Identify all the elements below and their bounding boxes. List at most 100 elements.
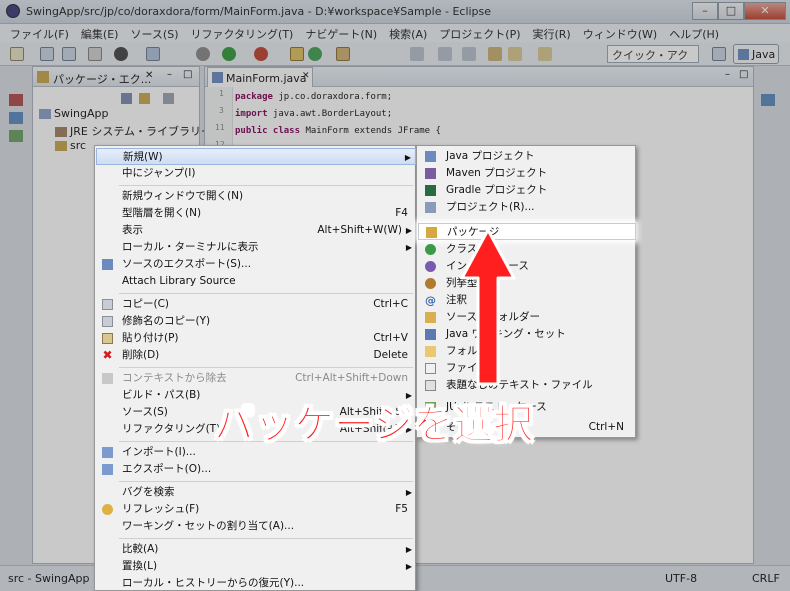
submenu-item-label: Java プロジェクト	[446, 150, 535, 162]
interface-icon	[425, 261, 436, 272]
menu-item-label: 比較(A)	[122, 543, 159, 555]
submenu-item-gradle-project[interactable]: Gradle プロジェクト	[418, 182, 636, 199]
menu-item-paste[interactable]: 貼り付け(P) Ctrl+V	[96, 330, 416, 347]
package-icon	[426, 227, 437, 238]
menu-item-label: 貼り付け(P)	[122, 332, 179, 344]
menu-shortcut: Ctrl+N	[588, 421, 624, 433]
gradle-project-icon	[425, 185, 436, 196]
menu-item-new[interactable]: 新規(W) ▶	[96, 148, 416, 165]
menu-item-label: ローカル・ヒストリーからの復元(Y)...	[122, 577, 305, 589]
menu-item-go-into[interactable]: 中にジャンプ(I)	[96, 165, 416, 182]
menu-item-label: エクスポート(O)...	[122, 463, 212, 475]
menu-item-label: Attach Library Source	[122, 275, 236, 287]
submenu-item-enum[interactable]: 列挙型	[418, 275, 636, 292]
menu-separator	[119, 538, 413, 539]
refresh-icon	[102, 504, 113, 515]
submenu-arrow-icon: ▶	[405, 488, 412, 497]
menu-separator	[119, 481, 413, 482]
menu-item-label: ローカル・ターミナルに表示	[122, 241, 259, 253]
menu-item-delete[interactable]: ✖ 削除(D) Delete	[96, 347, 416, 364]
menu-item-label: ビルド・パス(B)	[122, 389, 201, 401]
menu-shortcut: F4	[395, 207, 408, 219]
submenu-item-label: Gradle プロジェクト	[446, 184, 548, 196]
menu-item-label: インポート(I)...	[122, 446, 196, 458]
menu-shortcut: Alt+Shift+W(W)	[317, 224, 402, 236]
menu-item-assign-working-sets[interactable]: ワーキング・セットの割り当て(A)...	[96, 518, 416, 535]
submenu-item-label: プロジェクト(R)...	[446, 201, 535, 213]
submenu-arrow-icon: ▶	[405, 562, 412, 571]
menu-item-label: 削除(D)	[122, 349, 160, 361]
working-set-icon	[425, 329, 436, 340]
project-icon	[425, 202, 436, 213]
submenu-item-project[interactable]: プロジェクト(R)...	[418, 199, 636, 216]
submenu-arrow-icon: ▶	[405, 243, 412, 252]
menu-item-label: ソース(S)	[122, 406, 168, 418]
submenu-arrow-icon: ▶	[404, 153, 411, 162]
menu-shortcut: Ctrl+Alt+Shift+Down	[295, 372, 408, 384]
copy-qualified-icon	[102, 316, 113, 327]
text-file-icon	[425, 380, 436, 391]
submenu-item-maven-project[interactable]: Maven プロジェクト	[418, 165, 636, 182]
submenu-item-annotation[interactable]: @ 注釈	[418, 292, 636, 309]
menu-item-label: コピー(C)	[122, 298, 170, 310]
menu-item-export-source[interactable]: ソースのエクスポート(S)...	[96, 256, 416, 273]
menu-shortcut: Ctrl+C	[373, 298, 408, 310]
submenu-item-folder[interactable]: フォルダー	[418, 343, 636, 360]
java-project-icon	[425, 151, 436, 162]
menu-item-refresh[interactable]: リフレッシュ(F) F5	[96, 501, 416, 518]
menu-item-copy-qualified-name[interactable]: 修飾名のコピー(Y)	[96, 313, 416, 330]
menu-separator	[119, 185, 413, 186]
copy-icon	[102, 299, 113, 310]
menu-separator	[119, 367, 413, 368]
submenu-item-package[interactable]: パッケージ	[418, 223, 636, 240]
remove-context-icon	[102, 373, 113, 384]
submenu-arrow-icon: ▶	[405, 226, 412, 235]
menu-item-find-bugs[interactable]: バグを検索 ▶	[96, 484, 416, 501]
submenu-item-java-working-set[interactable]: Java ワーキング・セット	[418, 326, 636, 343]
file-icon	[425, 363, 436, 374]
submenu-item-file[interactable]: ファイル	[418, 360, 636, 377]
menu-item-label: 修飾名のコピー(Y)	[122, 315, 211, 327]
export-icon	[102, 464, 113, 475]
annotation-arrow-icon	[460, 228, 516, 386]
menu-item-replace[interactable]: 置換(L) ▶	[96, 558, 416, 575]
menu-shortcut: F5	[395, 503, 408, 515]
menu-item-label: 新規(W)	[123, 151, 163, 163]
menu-item-label: 中にジャンプ(I)	[122, 167, 196, 179]
context-menu: 新規(W) ▶ 中にジャンプ(I) 新規ウィンドウで開く(N) 型階層を開く(N)…	[94, 145, 416, 591]
menu-item-label: バグを検索	[122, 486, 175, 498]
menu-item-label: 型階層を開く(N)	[122, 207, 202, 219]
folder-icon	[425, 346, 436, 357]
menu-item-label: 置換(L)	[122, 560, 158, 572]
menu-item-label: 新規ウィンドウで開く(N)	[122, 190, 244, 202]
submenu-item-interface[interactable]: インターフェース	[418, 258, 636, 275]
submenu-item-java-project[interactable]: Java プロジェクト	[418, 148, 636, 165]
menu-item-label: ワーキング・セットの割り当て(A)...	[122, 520, 295, 532]
menu-shortcut: Ctrl+V	[373, 332, 408, 344]
menu-item-copy[interactable]: コピー(C) Ctrl+C	[96, 296, 416, 313]
paste-icon	[102, 333, 113, 344]
menu-shortcut: Delete	[373, 349, 409, 361]
menu-item-show-in-terminal[interactable]: ローカル・ターミナルに表示 ▶	[96, 239, 416, 256]
export-icon	[102, 259, 113, 270]
submenu-item-source-folder[interactable]: ソース・フォルダー	[418, 309, 636, 326]
menu-item-restore-local-history[interactable]: ローカル・ヒストリーからの復元(Y)...	[96, 575, 416, 591]
menu-item-show-in[interactable]: 表示 Alt+Shift+W(W) ▶	[96, 222, 416, 239]
enum-icon	[425, 278, 436, 289]
menu-item-compare[interactable]: 比較(A) ▶	[96, 541, 416, 558]
menu-item-label: リフレッシュ(F)	[122, 503, 200, 515]
class-icon	[425, 244, 436, 255]
menu-item-attach-library-source[interactable]: Attach Library Source	[96, 273, 416, 290]
import-icon	[102, 447, 113, 458]
submenu-arrow-icon: ▶	[405, 545, 412, 554]
menu-separator	[119, 293, 413, 294]
menu-item-label: コンテキストから除去	[122, 372, 227, 384]
menu-item-open-type-hierarchy[interactable]: 型階層を開く(N) F4	[96, 205, 416, 222]
menu-item-open-new-window[interactable]: 新規ウィンドウで開く(N)	[96, 188, 416, 205]
menu-item-export[interactable]: エクスポート(O)...	[96, 461, 416, 478]
submenu-item-label: Maven プロジェクト	[446, 167, 548, 179]
submenu-item-class[interactable]: クラス	[418, 241, 636, 258]
delete-icon: ✖	[102, 348, 113, 362]
annotation-callout: パッケージを選択	[213, 402, 534, 449]
annotation-icon: @	[425, 294, 436, 307]
